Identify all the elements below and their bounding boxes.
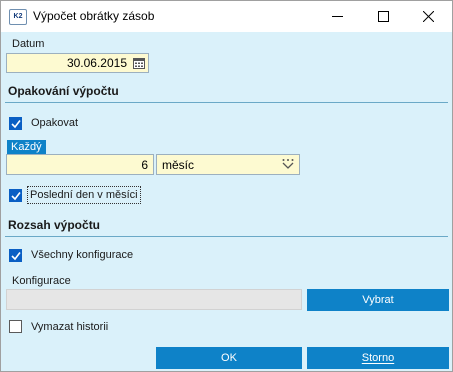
kazdy-label: Každý	[7, 140, 46, 154]
posledni-den-checkbox[interactable]	[9, 189, 22, 202]
close-button[interactable]	[406, 1, 452, 32]
konfigurace-field	[6, 289, 302, 310]
checkmark-icon	[11, 252, 21, 261]
maximize-icon	[378, 11, 389, 22]
title-bar[interactable]: K2 Výpočet obrátky zásob	[1, 1, 452, 32]
datum-label: Datum	[12, 38, 45, 50]
dropdown-icon[interactable]	[281, 158, 295, 170]
ok-button[interactable]: OK	[156, 347, 302, 369]
vymazat-checkbox[interactable]	[9, 320, 22, 333]
datum-field[interactable]: 30.06.2015	[6, 53, 149, 73]
close-icon	[423, 11, 434, 22]
unit-value: měsíc	[162, 158, 195, 172]
vsechny-checkbox[interactable]	[9, 249, 22, 262]
rozsah-heading: Rozsah výpočtu	[8, 218, 101, 232]
checkmark-icon	[11, 120, 21, 129]
storno-label: Storno	[361, 352, 395, 364]
minimize-button[interactable]	[315, 1, 361, 32]
section-divider	[5, 236, 448, 237]
count-field[interactable]: 6	[6, 154, 154, 175]
vybrat-button[interactable]: Vybrat	[307, 289, 449, 311]
vymazat-label: Vymazat historii	[31, 321, 109, 333]
vsechny-label: Všechny konfigurace	[31, 249, 134, 261]
dialog-window: K2 Výpočet obrátky zásob Datum 30.06.201…	[0, 0, 453, 372]
datum-value: 30.06.2015	[66, 56, 127, 70]
opakovat-label: Opakovat	[31, 117, 79, 129]
maximize-button[interactable]	[361, 1, 407, 32]
storno-button[interactable]: Storno	[307, 347, 449, 369]
opakovat-checkbox[interactable]	[9, 117, 22, 130]
calendar-icon[interactable]	[133, 57, 145, 69]
count-value: 6	[141, 158, 148, 172]
opakovani-heading: Opakování výpočtu	[8, 84, 119, 98]
minimize-icon	[332, 16, 343, 17]
section-divider	[5, 102, 448, 103]
unit-select[interactable]: měsíc	[156, 154, 300, 175]
window-title: Výpočet obrátky zásob	[33, 9, 155, 23]
checkmark-icon	[11, 192, 21, 201]
k2-app-icon: K2	[9, 9, 27, 25]
konfigurace-label: Konfigurace	[12, 275, 71, 287]
posledni-den-label: Poslední den v měsíci	[27, 186, 141, 204]
